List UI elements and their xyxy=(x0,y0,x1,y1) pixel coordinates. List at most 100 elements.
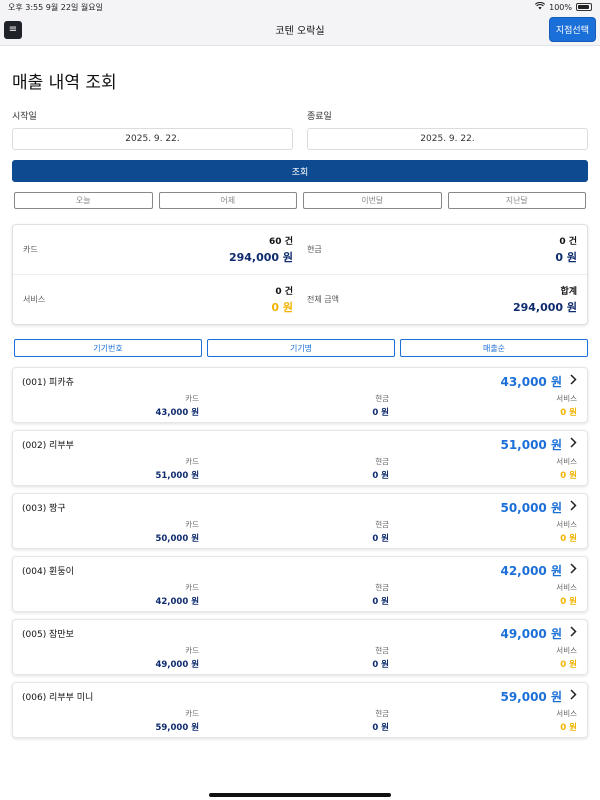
machine-header: (001) 피카츄 43,000 원 xyxy=(22,373,577,390)
navigation-bar: ≡ 코텐 오락실 지점선택 xyxy=(0,14,600,46)
status-right: 100% xyxy=(535,1,592,12)
summary-cash-label: 현금 xyxy=(307,245,322,254)
sort-by-sales-button[interactable]: 매출순 xyxy=(400,339,588,357)
machine-header: (006) 리부부 미니 59,000 원 xyxy=(22,688,577,705)
machine-card-amount: 43,000 원 xyxy=(155,408,200,418)
chevron-right-icon[interactable] xyxy=(570,689,577,704)
machine-name: (005) 잠만보 xyxy=(22,630,74,640)
machine-cash-col: 현금 0 원 xyxy=(199,456,389,481)
machine-card-label: 카드 xyxy=(185,520,200,529)
summary-card-label: 카드 xyxy=(23,245,38,254)
start-date-input[interactable]: 2025. 9. 22. xyxy=(12,128,293,150)
sort-by-number-button[interactable]: 기기번호 xyxy=(14,339,202,357)
filter-last-month-button[interactable]: 지난달 xyxy=(447,192,586,209)
summary-card-values: 60 건 294,000 원 xyxy=(229,234,293,265)
machine-service-amount: 0 원 xyxy=(560,660,577,670)
chevron-right-icon[interactable] xyxy=(570,437,577,452)
machine-card[interactable]: (002) 리부부 51,000 원 카드 51,000 원 현금 0 원 서비… xyxy=(12,430,588,486)
machine-service-label: 서비스 xyxy=(556,394,577,403)
chevron-right-icon[interactable] xyxy=(570,500,577,515)
chevron-right-icon[interactable] xyxy=(570,563,577,578)
status-time: 오후 3:55 xyxy=(8,2,44,12)
summary-cash-count: 0 건 xyxy=(559,237,577,247)
machine-card-col: 카드 42,000 원 xyxy=(22,582,199,607)
sort-by-name-button[interactable]: 기기명 xyxy=(207,339,395,357)
machine-cash-label: 현금 xyxy=(375,709,390,718)
machine-card-amount: 42,000 원 xyxy=(155,597,200,607)
machine-cash-amount: 0 원 xyxy=(372,471,390,481)
machine-total: 50,000 원 xyxy=(500,501,562,515)
machine-card-amount: 49,000 원 xyxy=(155,660,200,670)
machine-breakdown: 카드 43,000 원 현금 0 원 서비스 0 원 xyxy=(22,393,577,418)
start-date-label: 시작일 xyxy=(12,112,37,122)
summary-total-label: 전체 금액 xyxy=(307,295,339,304)
filter-yesterday-button[interactable]: 어제 xyxy=(158,192,297,209)
battery-percent: 100% xyxy=(549,2,572,12)
machine-cash-amount: 0 원 xyxy=(372,534,390,544)
machine-card[interactable]: (006) 리부부 미니 59,000 원 카드 59,000 원 현금 0 원… xyxy=(12,682,588,738)
machine-card[interactable]: (001) 피카츄 43,000 원 카드 43,000 원 현금 0 원 서비… xyxy=(12,367,588,423)
menu-button[interactable]: ≡ xyxy=(4,20,22,39)
chevron-right-icon[interactable] xyxy=(570,374,577,389)
machine-card-label: 카드 xyxy=(185,457,200,466)
machine-list: (001) 피카츄 43,000 원 카드 43,000 원 현금 0 원 서비… xyxy=(0,367,600,738)
machine-card-col: 카드 59,000 원 xyxy=(22,708,199,733)
summary-cash: 현금 0 건 0 원 xyxy=(307,234,577,265)
machine-total: 59,000 원 xyxy=(500,690,562,704)
machine-cash-col: 현금 0 원 xyxy=(199,645,389,670)
machine-card[interactable]: (005) 잠만보 49,000 원 카드 49,000 원 현금 0 원 서비… xyxy=(12,619,588,675)
machine-card-col: 카드 51,000 원 xyxy=(22,456,199,481)
summary-card: 카드 60 건 294,000 원 xyxy=(23,234,293,265)
start-date-group: 시작일 2025. 9. 22. xyxy=(12,109,293,150)
machine-card-col: 카드 49,000 원 xyxy=(22,645,199,670)
sort-options: 기기번호 기기명 매출순 xyxy=(0,339,600,357)
machine-card[interactable]: (004) 휜둥이 42,000 원 카드 42,000 원 현금 0 원 서비… xyxy=(12,556,588,612)
machine-card-label: 카드 xyxy=(185,583,200,592)
machine-total-group: 43,000 원 xyxy=(500,373,577,390)
machine-name: (001) 피카츄 xyxy=(22,378,74,388)
battery-icon xyxy=(576,3,592,11)
machine-service-label: 서비스 xyxy=(556,583,577,592)
machine-header: (005) 잠만보 49,000 원 xyxy=(22,625,577,642)
machine-cash-amount: 0 원 xyxy=(372,660,390,670)
machine-service-col: 서비스 0 원 xyxy=(389,582,577,607)
machine-cash-amount: 0 원 xyxy=(372,723,390,733)
machine-name: (004) 휜둥이 xyxy=(22,567,74,577)
machine-breakdown: 카드 50,000 원 현금 0 원 서비스 0 원 xyxy=(22,519,577,544)
summary-row: 카드 60 건 294,000 원 현금 0 건 0 원 xyxy=(13,225,587,274)
machine-card-amount: 59,000 원 xyxy=(155,723,200,733)
summary-cash-values: 0 건 0 원 xyxy=(555,234,577,265)
machine-service-label: 서비스 xyxy=(556,520,577,529)
machine-total-group: 42,000 원 xyxy=(500,562,577,579)
summary-total-caption: 합계 xyxy=(560,287,577,297)
machine-breakdown: 카드 51,000 원 현금 0 원 서비스 0 원 xyxy=(22,456,577,481)
machine-service-amount: 0 원 xyxy=(560,471,577,481)
machine-service-col: 서비스 0 원 xyxy=(389,708,577,733)
filter-today-button[interactable]: 오늘 xyxy=(14,192,153,209)
machine-service-col: 서비스 0 원 xyxy=(389,519,577,544)
machine-service-col: 서비스 0 원 xyxy=(389,393,577,418)
quick-date-filters: 오늘 어제 이번달 지난달 xyxy=(0,192,600,209)
machine-service-label: 서비스 xyxy=(556,646,577,655)
summary-cash-amount: 0 원 xyxy=(555,251,577,264)
machine-cash-label: 현금 xyxy=(375,520,390,529)
machine-cash-col: 현금 0 원 xyxy=(199,582,389,607)
machine-name: (006) 리부부 미니 xyxy=(22,693,94,703)
machine-card-amount: 51,000 원 xyxy=(155,471,200,481)
filter-this-month-button[interactable]: 이번달 xyxy=(303,192,442,209)
machine-header: (004) 휜둥이 42,000 원 xyxy=(22,562,577,579)
machine-cash-label: 현금 xyxy=(375,394,390,403)
branch-select-button[interactable]: 지점선택 xyxy=(548,17,596,42)
summary-service-count: 0 건 xyxy=(275,287,293,297)
machine-card[interactable]: (003) 짱구 50,000 원 카드 50,000 원 현금 0 원 서비스… xyxy=(12,493,588,549)
end-date-label: 종료일 xyxy=(307,112,332,122)
summary-service-values: 0 건 0 원 xyxy=(271,284,293,315)
chevron-right-icon[interactable] xyxy=(570,626,577,641)
machine-card-label: 카드 xyxy=(185,709,200,718)
machine-breakdown: 카드 59,000 원 현금 0 원 서비스 0 원 xyxy=(22,708,577,733)
machine-service-amount: 0 원 xyxy=(560,534,577,544)
end-date-input[interactable]: 2025. 9. 22. xyxy=(307,128,588,150)
machine-total-group: 51,000 원 xyxy=(500,436,577,453)
machine-cash-label: 현금 xyxy=(375,457,390,466)
search-button[interactable]: 조회 xyxy=(12,160,588,182)
